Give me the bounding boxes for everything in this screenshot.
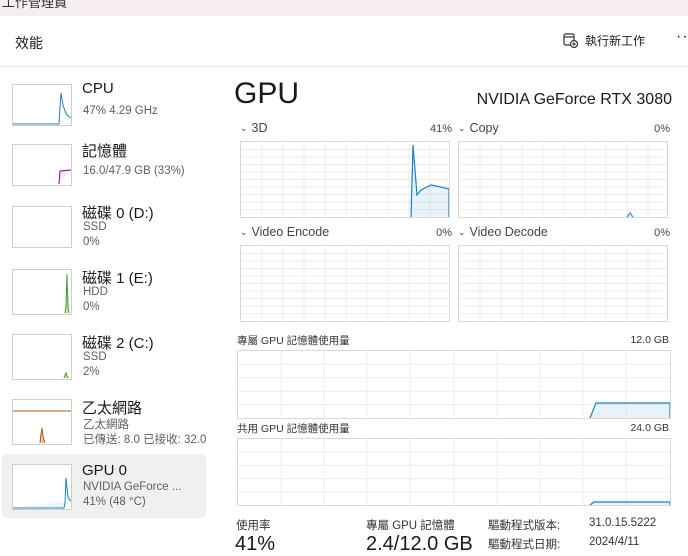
sidebar-item-type: SSD — [83, 351, 107, 363]
sidebar-item-memory[interactable]: 記憶體 16.0/47.9 GB (33%) — [2, 132, 206, 196]
sidebar-item-type: NVIDIA GeForce ... — [83, 481, 182, 493]
sidebar-item-name: 磁碟 2 (C:) — [82, 335, 154, 352]
title-bar: 工作管理員 — [0, 0, 688, 16]
engine-selector-video-decode[interactable]: ⌄ Video Decode — [458, 225, 548, 239]
sidebar-item-name: 乙太網路 — [82, 400, 143, 417]
engine-selector-video-encode[interactable]: ⌄ Video Encode — [240, 225, 329, 239]
page-title: 效能 — [15, 35, 43, 51]
sidebar-item-type: 乙太網路 — [83, 419, 129, 431]
sidebar-item-detail: 已傳送: 8.0 已接收: 32.0 — [83, 434, 207, 446]
sidebar-item-detail: 0% — [83, 236, 100, 248]
sidebar-item-disk-0[interactable]: 磁碟 0 (D:) SSD 0% — [2, 194, 206, 258]
engine-percent: 0% — [654, 227, 670, 239]
sidebar-item-name: 記憶體 — [82, 143, 128, 160]
grid-dedicated-memory — [238, 351, 671, 419]
performance-sidebar: CPU 47% 4.29 GHz 記憶體 16.0/47.9 GB (33%) … — [0, 66, 212, 553]
run-new-task-label: 執行新工作 — [585, 34, 646, 48]
driver-version-label: 驅動程式版本: — [488, 520, 561, 532]
new-task-icon — [563, 33, 578, 48]
engine-label: Video Encode — [251, 225, 330, 239]
dedicated-memory-label: 專屬 GPU 記憶體使用量 — [237, 335, 350, 347]
shared-memory-graph — [237, 438, 671, 506]
chevron-down-icon: ⌄ — [458, 122, 466, 133]
sidebar-item-type: SSD — [83, 221, 107, 233]
grid-video-decode — [459, 246, 667, 321]
sidebar-item-name: GPU 0 — [82, 462, 128, 479]
run-new-task-button[interactable]: 執行新工作 — [563, 32, 645, 49]
gpu-0-thumbnail-graph — [12, 464, 72, 510]
shared-memory-max: 24.0 GB — [630, 422, 669, 434]
more-options-button[interactable]: ··· — [676, 28, 688, 46]
grid-shared-memory — [238, 439, 671, 506]
engine-selector-3d[interactable]: ⌄ 3D — [240, 121, 268, 135]
sidebar-item-detail: 2% — [83, 366, 100, 378]
page-header: 效能 執行新工作 ··· — [0, 16, 688, 67]
sidebar-item-ethernet[interactable]: 乙太網路 乙太網路 已傳送: 8.0 已接收: 32.0 — [2, 389, 206, 453]
cpu-thumbnail-graph — [12, 84, 72, 126]
sidebar-item-detail: 41% (48 °C) — [83, 496, 146, 508]
engine-graph-3d — [240, 141, 450, 218]
sidebar-item-disk-2[interactable]: 磁碟 2 (C:) SSD 2% — [2, 324, 206, 388]
grid-copy — [459, 142, 667, 218]
engine-label: Copy — [469, 121, 499, 135]
sidebar-item-name: 磁碟 1 (E:) — [82, 270, 153, 287]
grid-video-encode — [241, 246, 449, 321]
engine-label: 3D — [251, 121, 268, 135]
sidebar-item-cpu[interactable]: CPU 47% 4.29 GHz — [2, 72, 206, 136]
dedicated-memory-graph — [237, 350, 671, 419]
shared-memory-label: 共用 GPU 記憶體使用量 — [237, 423, 350, 435]
engine-label: Video Decode — [469, 225, 548, 239]
chevron-down-icon: ⌄ — [458, 226, 466, 237]
dedicated-memory-max: 12.0 GB — [630, 334, 669, 346]
driver-date-value: 2024/4/11 — [589, 536, 640, 548]
grid-3d — [241, 142, 450, 218]
engine-selector-copy[interactable]: ⌄ Copy — [458, 121, 499, 135]
sidebar-item-name: CPU — [82, 80, 114, 97]
gpu-model-name: NVIDIA GeForce RTX 3080 — [476, 91, 672, 108]
ethernet-thumbnail-graph — [12, 399, 72, 445]
utilization-label: 使用率 — [236, 520, 271, 532]
engine-graph-video-decode — [458, 245, 668, 322]
sidebar-item-detail: 47% 4.29 GHz — [83, 105, 158, 117]
gpu-detail-panel: GPU NVIDIA GeForce RTX 3080 ⌄ 3D 41% ⌄ C… — [212, 66, 688, 555]
disk-0-thumbnail-graph — [12, 206, 72, 248]
engine-percent: 0% — [654, 123, 670, 135]
dedicated-memory-stat-label: 專屬 GPU 記憶體 — [366, 520, 455, 532]
engine-percent: 0% — [436, 227, 452, 239]
sidebar-item-name: 磁碟 0 (D:) — [82, 205, 154, 222]
sidebar-item-detail: 0% — [83, 301, 100, 313]
chevron-down-icon: ⌄ — [240, 226, 248, 237]
engine-graph-video-encode — [240, 245, 450, 322]
disk-1-thumbnail-graph — [12, 269, 72, 315]
disk-2-thumbnail-graph — [12, 334, 72, 380]
memory-thumbnail-graph — [12, 144, 72, 186]
window-title: 工作管理員 — [2, 0, 68, 10]
driver-version-value: 31.0.15.5222 — [589, 517, 657, 529]
sidebar-item-gpu-0[interactable]: GPU 0 NVIDIA GeForce ... 41% (48 °C) — [2, 454, 206, 518]
sidebar-item-type: HDD — [83, 286, 108, 298]
engine-percent: 41% — [429, 123, 452, 135]
chevron-down-icon: ⌄ — [240, 122, 248, 133]
engine-graph-copy — [458, 141, 668, 218]
gpu-title: GPU — [234, 77, 300, 110]
sidebar-item-disk-1[interactable]: 磁碟 1 (E:) HDD 0% — [2, 259, 206, 323]
driver-date-label: 驅動程式日期: — [488, 539, 561, 551]
sidebar-item-detail: 16.0/47.9 GB (33%) — [83, 165, 185, 177]
